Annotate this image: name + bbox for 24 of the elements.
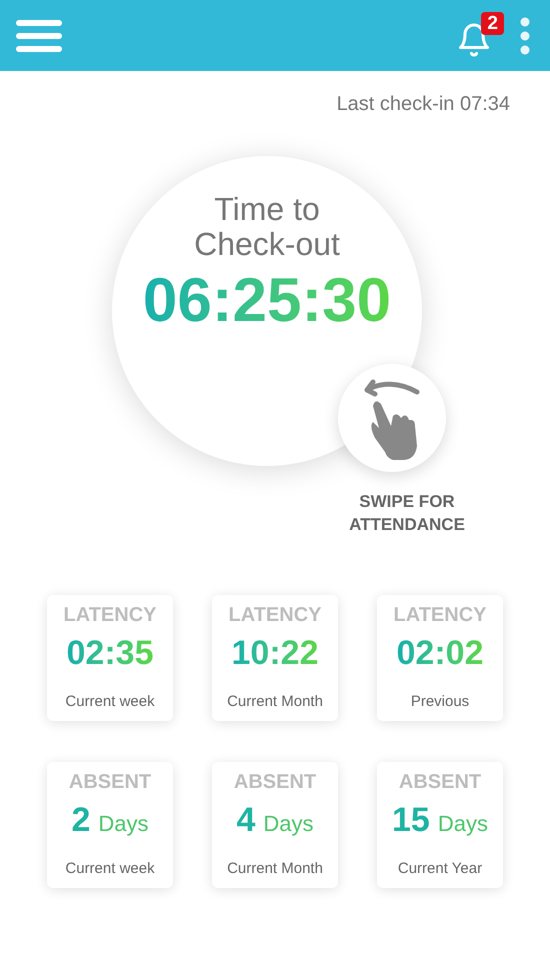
stat-caption: Current Month (227, 858, 323, 878)
stat-label: LATENCY (394, 603, 486, 628)
more-options-icon[interactable] (520, 16, 530, 54)
absent-unit: Days (263, 813, 314, 835)
stat-label: ABSENT (68, 770, 152, 795)
stat-label: ABSENT (398, 770, 482, 795)
stat-caption: Current week (65, 692, 155, 712)
absent-unit: Days (98, 813, 149, 835)
absent-unit: Days (438, 813, 488, 835)
menu-icon[interactable] (16, 20, 62, 52)
stat-caption: Current Year (398, 858, 482, 878)
timer-title: Time to Check-out (193, 192, 341, 262)
absent-count: 4 (236, 803, 256, 837)
stat-caption: Current Month (227, 692, 323, 712)
stat-label: LATENCY (64, 603, 156, 628)
absent-count: 2 (71, 803, 90, 837)
absent-count: 15 (392, 803, 430, 837)
stat-label: ABSENT (234, 770, 316, 795)
stat-caption: Previous (410, 692, 470, 712)
last-checkin-text: Last check-in 07:34 (336, 92, 510, 117)
stat-label: LATENCY (228, 603, 322, 628)
notification-badge: 2 (481, 12, 504, 34)
stat-caption: Current week (65, 858, 155, 878)
swipe-label: SWIPE FOR ATTENDANCE (348, 491, 466, 536)
